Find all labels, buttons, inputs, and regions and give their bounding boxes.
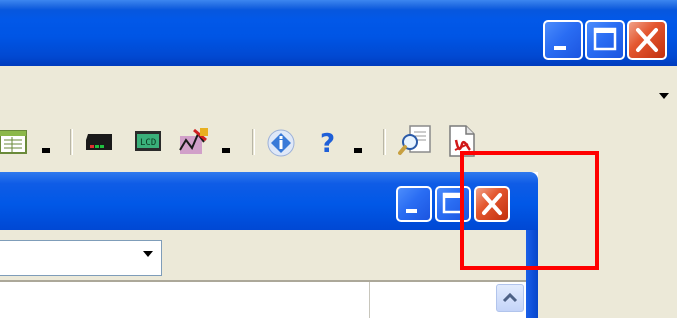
scroll-up-icon: [502, 292, 518, 303]
device-icon[interactable]: [84, 128, 116, 154]
outer-maximize-button[interactable]: [585, 20, 625, 60]
help-icon[interactable]: ?: [318, 128, 342, 158]
list-view[interactable]: [0, 280, 526, 318]
minimize-icon: [406, 209, 417, 213]
child-minimize-button[interactable]: [396, 186, 432, 222]
signal-icon[interactable]: [176, 126, 212, 156]
toolbar-separator: [383, 129, 386, 155]
maximize-icon: [593, 27, 617, 51]
spreadsheet-icon[interactable]: [0, 130, 30, 156]
menu-bar: [0, 66, 677, 113]
child-body: [0, 230, 526, 318]
outer-title-bar[interactable]: [0, 0, 677, 66]
info-icon[interactable]: [266, 128, 296, 158]
scroll-up-button[interactable]: [496, 284, 524, 312]
minimize-icon: [554, 46, 566, 50]
dropdown-arrow-icon[interactable]: [354, 148, 364, 154]
chevron-down-icon[interactable]: [658, 92, 670, 100]
toolbar-separator: [70, 129, 73, 155]
combo-box[interactable]: [0, 240, 162, 276]
outer-minimize-button[interactable]: [543, 20, 583, 60]
toolbar-separator: [252, 129, 255, 155]
dropdown-arrow-icon[interactable]: [42, 148, 52, 154]
svg-text:LCD: LCD: [140, 138, 156, 148]
close-icon: [636, 28, 658, 52]
column-divider[interactable]: [369, 282, 370, 318]
highlight-box: [460, 151, 599, 270]
search-document-icon[interactable]: [398, 124, 432, 156]
svg-text:?: ?: [320, 129, 335, 158]
child-title-bar[interactable]: [0, 172, 538, 230]
chevron-down-icon[interactable]: [142, 250, 154, 258]
child-window: [0, 172, 538, 318]
outer-close-button[interactable]: [627, 20, 667, 60]
dropdown-arrow-icon[interactable]: [222, 148, 232, 154]
lcd-icon[interactable]: LCD: [134, 130, 164, 154]
